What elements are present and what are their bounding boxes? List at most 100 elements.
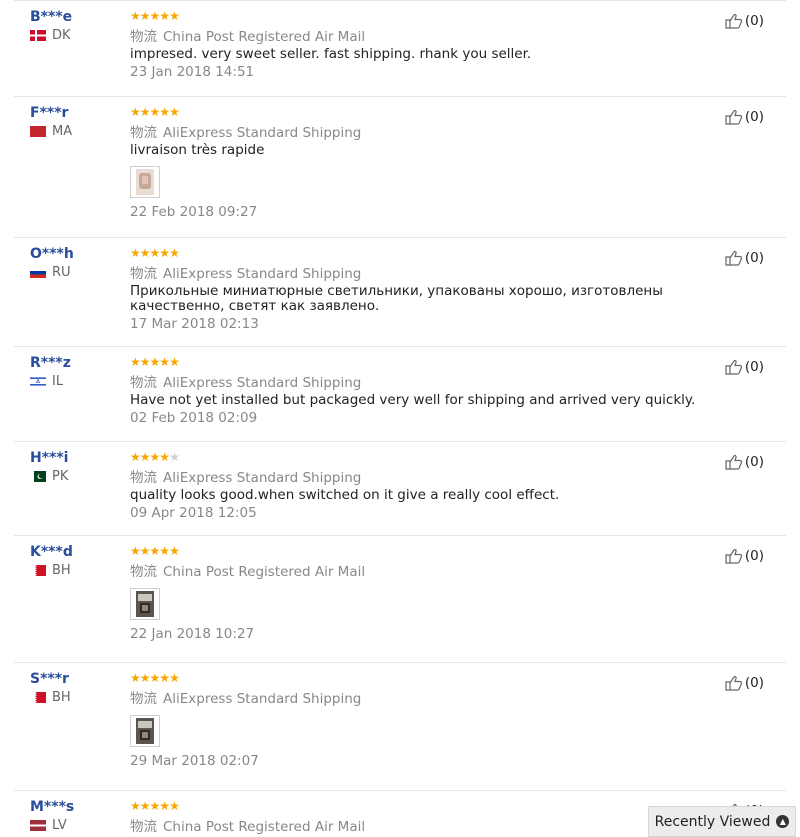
reviewer: K***d BH [30,544,120,578]
star-icon: ★ [169,355,180,369]
reviewer: S***r BH [30,671,120,705]
reviewer: R***z IL [30,355,120,389]
logistics-label: 物流 [130,564,157,580]
helpful-button[interactable]: (0) [725,13,764,29]
shipping-method: 物流 AliExpress Standard Shipping [130,687,710,707]
logistics-label: 物流 [130,470,157,486]
flag-bh-icon [30,692,46,703]
review-photo[interactable] [130,715,160,747]
shipping-name: China Post Registered Air Mail [163,819,366,835]
thumbs-up-icon [725,109,743,125]
recently-viewed-label: Recently Viewed [654,813,771,830]
star-icon: ★ [149,799,161,813]
review-content: ★★★★★ 物流 AliExpress Standard Shipping Прико… [130,246,710,332]
shipping-name: AliExpress Standard Shipping [163,266,362,282]
review-text: livraison très rapide [130,142,265,158]
photo-dark-icon [136,591,154,617]
reviewer-country: PK [30,469,120,484]
helpful-count: (0) [744,13,764,29]
review-item: H***i PK ★★★★★ 物流 AliExpress Standard Shippi… [14,441,786,521]
photo-light-icon [136,169,154,195]
country-code: BH [52,690,71,705]
shipping-method: 物流 China Post Registered Air Mail [130,560,710,580]
reviewer-country: BH [30,690,120,705]
thumbs-up-icon [725,675,743,691]
star-rating: ★★★★★ [130,450,710,464]
review-item: S***r BH ★★★★★ 物流 AliExpress Standard Shippi… [14,662,786,769]
country-code: BH [52,563,71,578]
reviewer-name: K***d [30,544,73,560]
review-date: 23 Jan 2018 14:51 [130,64,255,80]
review-date: 17 Mar 2018 02:13 [130,316,259,332]
country-code: RU [52,265,71,280]
review-text: impresed. very sweet seller. fast shippi… [130,46,532,62]
star-icon: ★ [159,246,170,260]
country-code: IL [52,374,64,389]
shipping-method: 物流 China Post Registered Air Mail [130,25,710,45]
flag-lv-icon [30,820,46,831]
helpful-button[interactable]: (0) [725,109,764,125]
review-item: R***z IL ★★★★★ 物流 AliExpress Standard Shippi… [14,346,786,426]
star-icon: ★ [139,355,151,369]
star-icon: ★ [169,9,180,23]
reviewer-country: LV [30,818,120,833]
recently-viewed-button[interactable]: Recently Viewed ▲ [648,806,796,837]
review-date: 09 Apr 2018 12:05 [130,505,257,521]
thumbs-up-icon [725,454,743,470]
review-item: O***h RU ★★★★★ 物流 AliExpress Standard Shippi… [14,237,786,332]
star-rating: ★★★★★ [130,9,710,23]
star-icon: ★ [149,544,161,558]
star-icon: ★ [159,9,170,23]
star-rating: ★★★★★ [130,671,710,685]
helpful-button[interactable]: (0) [725,359,764,375]
thumbs-up-icon [725,548,743,564]
logistics-label: 物流 [130,29,157,45]
star-icon: ★ [130,355,141,369]
review-content: ★★★★★ 物流 AliExpress Standard Shipping livra… [130,105,710,220]
logistics-label: 物流 [130,125,157,141]
chevron-up-icon: ▲ [776,815,790,828]
review-date: 22 Feb 2018 09:27 [130,204,258,220]
flag-bh-icon [30,565,46,576]
star-icon: ★ [169,544,180,558]
reviewer: F***r MA [30,105,120,139]
flag-dk-icon [30,30,46,41]
star-icon: ★ [130,246,141,260]
star-icon: ★ [159,105,170,119]
star-icon: ★ [149,246,161,260]
reviewer-name: H***i [30,450,69,466]
star-icon: ★ [169,246,180,260]
shipping-method: 物流 AliExpress Standard Shipping [130,466,710,486]
thumbs-up-icon [725,13,743,29]
review-content: ★★★★★ 物流 China Post Registered Air Mail imp… [130,9,710,80]
reviewer: M***s LV [30,799,120,833]
shipping-name: AliExpress Standard Shipping [163,125,362,141]
flag-pk-icon [30,471,46,482]
reviewer-country: MA [30,124,120,139]
star-icon: ★ [130,544,141,558]
review-item: B***e DK ★★★★★ 物流 China Post Registered Air … [14,0,786,80]
review-text: Have not yet installed but packaged very… [130,392,696,408]
star-icon: ★ [130,9,141,23]
review-content: ★★★★★ 物流 China Post Registered Air Mail [130,799,710,835]
reviewer-name: S***r [30,671,69,687]
shipping-name: AliExpress Standard Shipping [163,470,362,486]
review-photo[interactable] [130,166,160,198]
logistics-label: 物流 [130,266,157,282]
star-icon: ★ [149,105,161,119]
helpful-button[interactable]: (0) [725,250,764,266]
star-icon: ★ [159,450,170,464]
flag-ru-icon [30,267,46,278]
helpful-count: (0) [744,675,764,691]
helpful-button[interactable]: (0) [725,675,764,691]
star-icon: ★ [169,450,180,464]
star-icon: ★ [139,544,151,558]
reviewer-name: M***s [30,799,75,815]
logistics-label: 物流 [130,691,157,707]
helpful-button[interactable]: (0) [725,454,764,470]
reviewer-name: B***e [30,9,73,25]
helpful-button[interactable]: (0) [725,548,764,564]
review-photo[interactable] [130,588,160,620]
star-icon: ★ [169,799,180,813]
helpful-count: (0) [744,250,764,266]
